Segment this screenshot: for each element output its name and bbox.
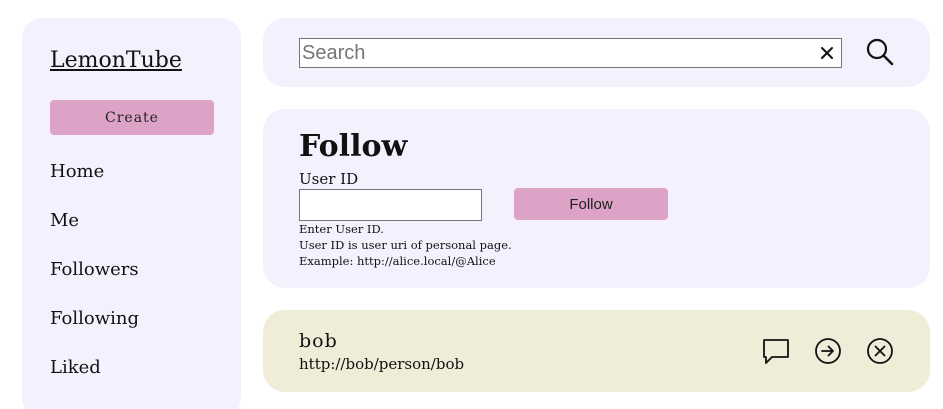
search-icon[interactable] [863, 35, 897, 69]
help-text: Enter User ID. User ID is user uri of pe… [299, 221, 512, 269]
search-bar [263, 18, 930, 87]
sidebar-item-home[interactable]: Home [50, 161, 104, 182]
user-uri: http://bob/person/bob [299, 355, 465, 373]
sidebar-item-following[interactable]: Following [50, 308, 139, 329]
help-line: User ID is user uri of personal page. [299, 238, 512, 252]
help-line: Enter User ID. [299, 222, 384, 236]
close-circle-icon[interactable] [864, 336, 896, 366]
app-logo[interactable]: LemonTube [50, 48, 182, 73]
sidebar-item-me[interactable]: Me [50, 210, 79, 231]
search-field [299, 38, 842, 68]
sidebar-item-liked[interactable]: Liked [50, 357, 101, 378]
user-name: bob [299, 330, 338, 352]
sidebar-item-followers[interactable]: Followers [50, 259, 139, 280]
user-card: bob http://bob/person/bob [263, 310, 930, 392]
user-id-label: User ID [299, 170, 359, 188]
sidebar: LemonTube Create Home Me Followers Follo… [22, 18, 241, 409]
user-id-input[interactable] [299, 189, 482, 221]
help-line: Example: http://alice.local/@Alice [299, 254, 496, 268]
arrow-right-circle-icon[interactable] [812, 336, 844, 366]
follow-panel: Follow User ID Follow Enter User ID. Use… [263, 109, 930, 288]
create-button[interactable]: Create [50, 100, 214, 135]
close-icon[interactable] [813, 39, 841, 67]
page-title: Follow [299, 129, 408, 164]
follow-button[interactable]: Follow [514, 188, 668, 220]
message-icon[interactable] [760, 336, 792, 366]
search-input[interactable] [300, 39, 813, 67]
